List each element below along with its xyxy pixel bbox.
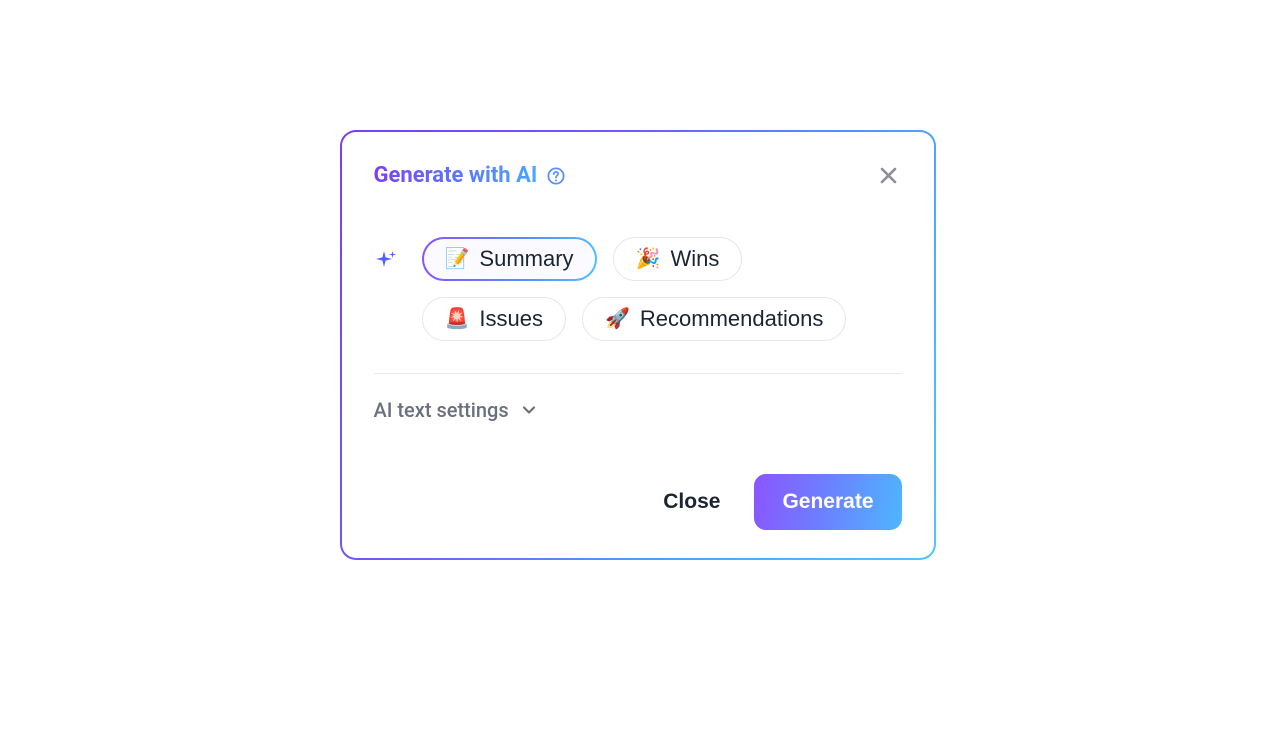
party-popper-icon: 🎉 (636, 249, 661, 269)
alert-icon: 🚨 (445, 309, 470, 329)
option-chip-label: Issues (479, 308, 543, 330)
help-icon[interactable] (547, 167, 565, 185)
option-chip-label: Wins (670, 248, 719, 270)
option-chip-recommendations[interactable]: 🚀 Recommendations (582, 297, 846, 341)
dialog-footer: Close Generate (374, 474, 902, 530)
dialog-title: Generate with AI (374, 163, 538, 188)
divider (374, 373, 902, 374)
close-button[interactable] (875, 162, 902, 189)
close-text-button[interactable]: Close (655, 476, 728, 528)
settings-label: AI text settings (374, 398, 509, 422)
chevron-down-icon (521, 402, 537, 418)
ai-text-settings-toggle[interactable]: AI text settings (374, 398, 537, 422)
option-chip-label: Summary (479, 248, 573, 270)
options-section: 📝 Summary 🎉 Wins 🚨 Issues 🚀 Recommendati… (374, 237, 902, 341)
option-chip-issues[interactable]: 🚨 Issues (422, 297, 567, 341)
option-chip-label: Recommendations (640, 308, 823, 330)
sparkle-icon (374, 249, 398, 277)
option-chips-wrap: 📝 Summary 🎉 Wins 🚨 Issues 🚀 Recommendati… (422, 237, 902, 341)
dialog-header: Generate with AI (374, 162, 902, 189)
close-icon (879, 166, 898, 185)
generate-ai-dialog: Generate with AI (340, 130, 936, 560)
rocket-icon: 🚀 (605, 309, 630, 329)
option-chip-wins[interactable]: 🎉 Wins (613, 237, 743, 281)
memo-icon: 📝 (445, 249, 470, 269)
generate-button[interactable]: Generate (754, 474, 901, 530)
title-wrap: Generate with AI (374, 163, 566, 188)
option-chip-summary[interactable]: 📝 Summary (422, 237, 597, 281)
